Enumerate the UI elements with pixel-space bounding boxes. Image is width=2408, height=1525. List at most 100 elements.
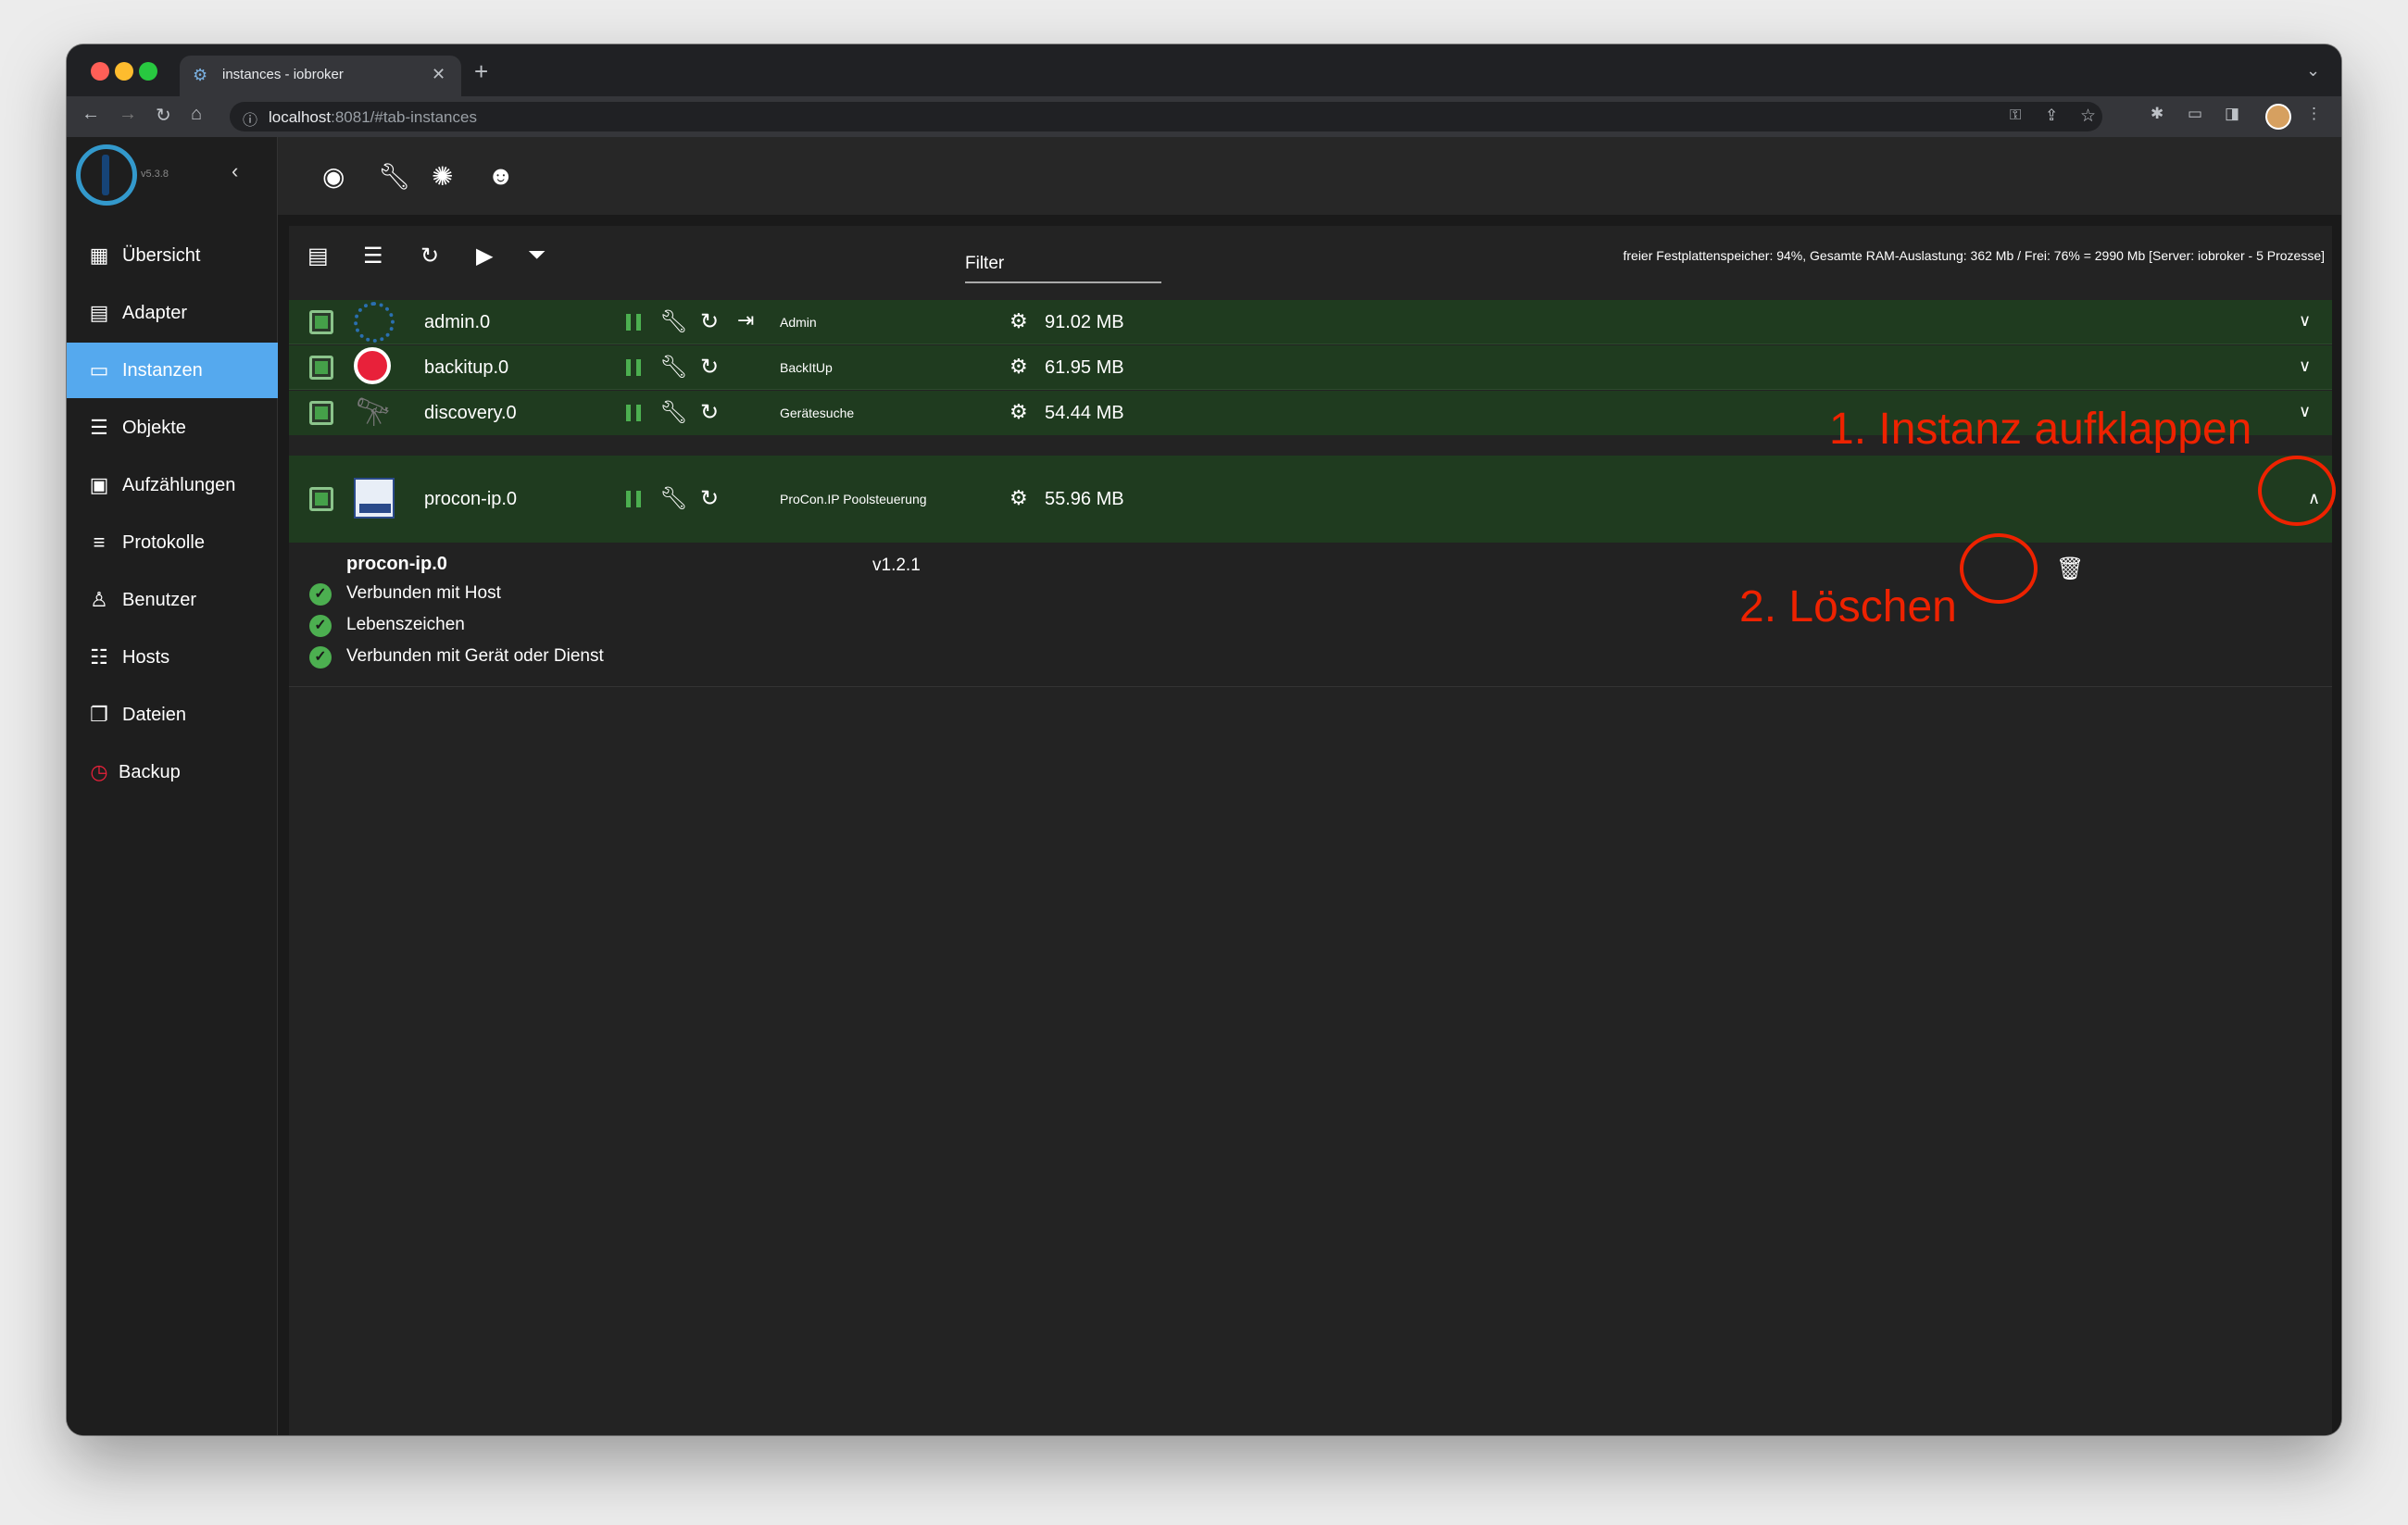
sidebar-item-protokolle[interactable]: ≡ Protokolle xyxy=(67,515,278,570)
close-window-button[interactable] xyxy=(91,62,109,81)
memory-chip-icon: ⚙ xyxy=(1010,486,1028,509)
version-label: v5.3.8 xyxy=(141,169,169,180)
filter-icon[interactable]: ⏷ xyxy=(528,243,546,269)
annotation-ring-expand xyxy=(2258,456,2336,526)
refresh-icon[interactable]: ↻ xyxy=(420,243,439,269)
expert-mode-icon[interactable]: ☻ xyxy=(487,161,514,191)
pause-icon[interactable] xyxy=(626,314,641,331)
reload-icon[interactable]: ↻ xyxy=(156,104,171,127)
instance-enabled-checkbox[interactable] xyxy=(309,401,333,425)
system-info: freier Festplattenspeicher: 94%, Gesamte… xyxy=(1623,248,2325,263)
filter-label: Filter xyxy=(965,254,1005,273)
enum-icon: ▣ xyxy=(89,473,109,496)
instance-enabled-checkbox[interactable] xyxy=(309,487,333,511)
sidebar-item-uebersicht[interactable]: ▦ Übersicht xyxy=(67,228,278,283)
wrench-icon[interactable]: 🔧︎ xyxy=(659,308,687,335)
instance-enabled-checkbox[interactable] xyxy=(309,356,333,380)
back-arrow-icon[interactable]: ← xyxy=(82,104,100,125)
sidebar-item-adapter[interactable]: ▤ Adapter xyxy=(67,285,278,341)
procon-ip-adapter-icon xyxy=(354,478,395,519)
sidebar-item-backup[interactable]: ◷ Backup xyxy=(67,744,278,800)
bookmark-star-icon[interactable]: ☆ xyxy=(2080,106,2096,127)
profile-avatar[interactable] xyxy=(2265,104,2291,130)
key-icon[interactable]: ⚿ xyxy=(2010,107,2021,124)
restart-icon[interactable]: ↻ xyxy=(700,308,719,335)
new-tab-button[interactable]: + xyxy=(474,57,488,86)
delete-instance-button[interactable]: 🗑︎ xyxy=(2056,556,2084,582)
instance-enabled-checkbox[interactable] xyxy=(309,310,333,334)
tab-strip: ⚙ instances - iobroker ✕ + ⌄ xyxy=(67,44,2341,96)
zoom-window-button[interactable] xyxy=(139,62,157,81)
tile-view-icon[interactable]: ▤ xyxy=(307,243,329,269)
cast-icon[interactable]: ▭ xyxy=(2188,105,2202,123)
instance-name: discovery.0 xyxy=(424,403,517,423)
annotation-step2: 2. Löschen xyxy=(1739,582,1957,631)
chevron-down-icon[interactable]: ∨ xyxy=(2299,402,2311,421)
chevron-down-icon[interactable]: ∨ xyxy=(2299,311,2311,331)
sidebar-item-objekte[interactable]: ☰ Objekte xyxy=(67,400,278,456)
url-host: localhost xyxy=(269,108,332,126)
status-text: Verbunden mit Host xyxy=(346,583,501,603)
details-instance-name: procon-ip.0 xyxy=(346,554,447,574)
sidebar-item-aufzaehlungen[interactable]: ▣ Aufzählungen xyxy=(67,457,278,513)
lines-icon: ≡ xyxy=(93,531,106,554)
info-icon[interactable]: ⓘ xyxy=(243,107,257,130)
share-icon[interactable]: ⇪ xyxy=(2045,106,2058,125)
memory-chip-icon: ⚙ xyxy=(1010,400,1028,423)
instance-name: procon-ip.0 xyxy=(424,489,518,509)
restart-icon[interactable]: ↻ xyxy=(700,485,719,512)
chevron-down-icon[interactable]: ∨ xyxy=(2299,356,2311,376)
tab-close-button[interactable]: ✕ xyxy=(432,65,445,84)
sidebar-item-instanzen[interactable]: ▭ Instanzen xyxy=(67,343,278,398)
annotation-step1: 1. Instanz aufklappen xyxy=(1829,405,2252,454)
instance-title: ProCon.IP Poolsteuerung xyxy=(780,492,927,506)
pause-icon[interactable] xyxy=(626,405,641,421)
wrench-icon[interactable]: 🔧︎ xyxy=(659,485,687,512)
sidebar-item-hosts[interactable]: ☷ Hosts xyxy=(67,630,278,685)
browser-menu-icon[interactable]: ⋮ xyxy=(2306,105,2322,123)
list-view-icon[interactable]: ☰ xyxy=(363,243,383,269)
filter-input[interactable] xyxy=(965,281,1161,283)
tab-search-icon[interactable]: ⌄ xyxy=(2306,61,2320,81)
details-version: v1.2.1 xyxy=(872,556,921,575)
hosts-icon: ☷ xyxy=(90,645,108,669)
sidebar-item-label: Instanzen xyxy=(122,360,203,381)
minimize-window-button[interactable] xyxy=(115,62,133,81)
sidebar-item-label: Hosts xyxy=(122,647,170,668)
eye-icon[interactable]: ◉ xyxy=(322,161,345,192)
pause-icon[interactable] xyxy=(626,359,641,376)
collapse-sidebar-button[interactable]: ‹ xyxy=(232,159,238,183)
files-icon: ❐ xyxy=(90,703,108,726)
wrench-icon[interactable]: 🔧︎ xyxy=(378,161,411,192)
memory-usage: 61.95 MB xyxy=(1045,357,1124,378)
browser-tab[interactable]: ⚙ instances - iobroker ✕ xyxy=(180,56,461,96)
user-icon: ♙ xyxy=(90,588,108,611)
wrench-icon[interactable]: 🔧︎ xyxy=(659,354,687,381)
pause-icon[interactable] xyxy=(626,491,641,507)
wrench-icon[interactable]: 🔧︎ xyxy=(659,399,687,426)
iobroker-app: v5.3.8 ‹ ▦ Übersicht ▤ Adapter ▭ Instanz… xyxy=(67,137,2341,1435)
sidebar-item-label: Übersicht xyxy=(122,245,201,266)
side-panel-icon[interactable]: ◨ xyxy=(2225,105,2239,123)
pool-wave-shape xyxy=(359,504,391,513)
favicon-icon: ⚙ xyxy=(193,66,208,84)
instance-row-procon-ip[interactable]: procon-ip.0 🔧︎ ↻ ProCon.IP Poolsteuerung… xyxy=(289,456,2332,543)
instance-row-backitup[interactable]: backitup.0 🔧︎ ↻ BackItUp ⚙ 61.95 MB ∨ xyxy=(289,345,2332,390)
extensions-icon[interactable]: ✱ xyxy=(2151,105,2163,123)
brightness-icon[interactable]: ✺ xyxy=(432,161,453,192)
instance-row-admin[interactable]: admin.0 🔧︎ ↻ ⇥ Admin ⚙ 91.02 MB ∨ xyxy=(289,300,2332,344)
restart-icon[interactable]: ↻ xyxy=(700,354,719,381)
address-bar[interactable]: ⓘ localhost:8081/#tab-instances ⚿ ⇪ ☆ xyxy=(230,102,2102,131)
sidebar-item-benutzer[interactable]: ♙ Benutzer xyxy=(67,572,278,628)
instance-title: Gerätesuche xyxy=(780,406,855,420)
browser-window: ⚙ instances - iobroker ✕ + ⌄ ← → ↻ ⌂ ⓘ l… xyxy=(67,44,2341,1435)
home-icon[interactable]: ⌂ xyxy=(191,104,202,125)
sidebar-item-label: Objekte xyxy=(122,418,186,438)
restart-icon[interactable]: ↻ xyxy=(700,399,719,426)
sidebar-item-dateien[interactable]: ❐ Dateien xyxy=(67,687,278,743)
tab-title: instances - iobroker xyxy=(222,67,344,82)
backitup-adapter-icon xyxy=(354,347,391,384)
open-web-icon[interactable]: ⇥ xyxy=(737,308,754,332)
forward-arrow-icon[interactable]: → xyxy=(119,104,137,125)
start-all-icon[interactable]: ▶ xyxy=(476,243,493,269)
